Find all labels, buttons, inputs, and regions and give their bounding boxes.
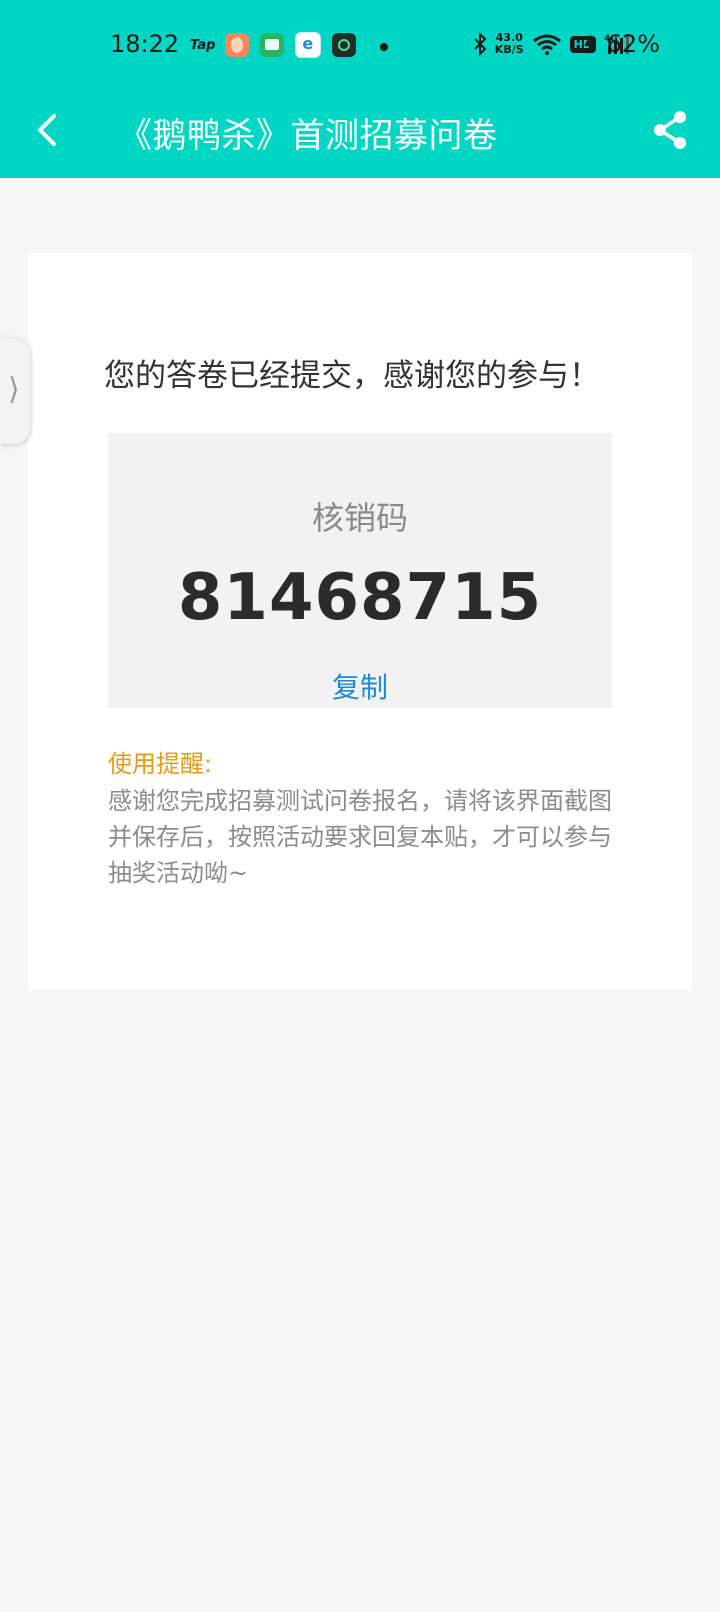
chevron-right-icon: ⟩ <box>8 372 20 407</box>
navigation-bar: 《鹅鸭杀》首测招募问卷 <box>0 90 720 170</box>
message-app-icon <box>260 33 285 57</box>
game-app-icon <box>332 33 357 57</box>
net-speed: 43.0 KB/S <box>494 31 524 56</box>
share-icon <box>654 111 686 149</box>
copy-button[interactable]: 复制 <box>108 666 612 706</box>
side-drawer-handle[interactable]: ⟩ <box>0 338 30 444</box>
browser-app-icon <box>295 32 322 58</box>
more-notifications-dot <box>380 43 388 51</box>
header-bar: 18:22 Tap 43.0 KB/S HD <box>0 0 720 178</box>
notification-icons: Tap <box>190 32 367 58</box>
battery-level: 62% <box>606 30 660 58</box>
charging-icon <box>584 33 594 55</box>
page-title: 《鹅鸭杀》首测招募问卷 <box>118 116 498 156</box>
tip-text: 感谢您完成招募测试问卷报名，请将该界面截图并保存后，按照活动要求回复本贴，才可以… <box>108 787 612 887</box>
app-notification-icon <box>225 33 250 57</box>
back-button[interactable] <box>28 108 72 152</box>
redeem-code-value: 81468715 <box>177 561 543 635</box>
bluetooth-icon <box>474 32 487 56</box>
status-bar: 18:22 Tap 43.0 KB/S HD <box>0 28 720 64</box>
taptap-icon: Tap <box>190 37 216 53</box>
redeem-code-label: 核销码 <box>311 499 408 537</box>
chevron-left-icon <box>38 114 56 146</box>
status-time: 18:22 <box>110 30 180 58</box>
redeem-code-box: 核销码 81468715 复制 <box>108 433 612 708</box>
share-button[interactable] <box>650 108 690 152</box>
tip-title: 使用提醒: <box>108 750 213 778</box>
wifi-icon <box>532 34 561 55</box>
submission-message: 您的答卷已经提交，感谢您的参与！ <box>104 358 600 394</box>
